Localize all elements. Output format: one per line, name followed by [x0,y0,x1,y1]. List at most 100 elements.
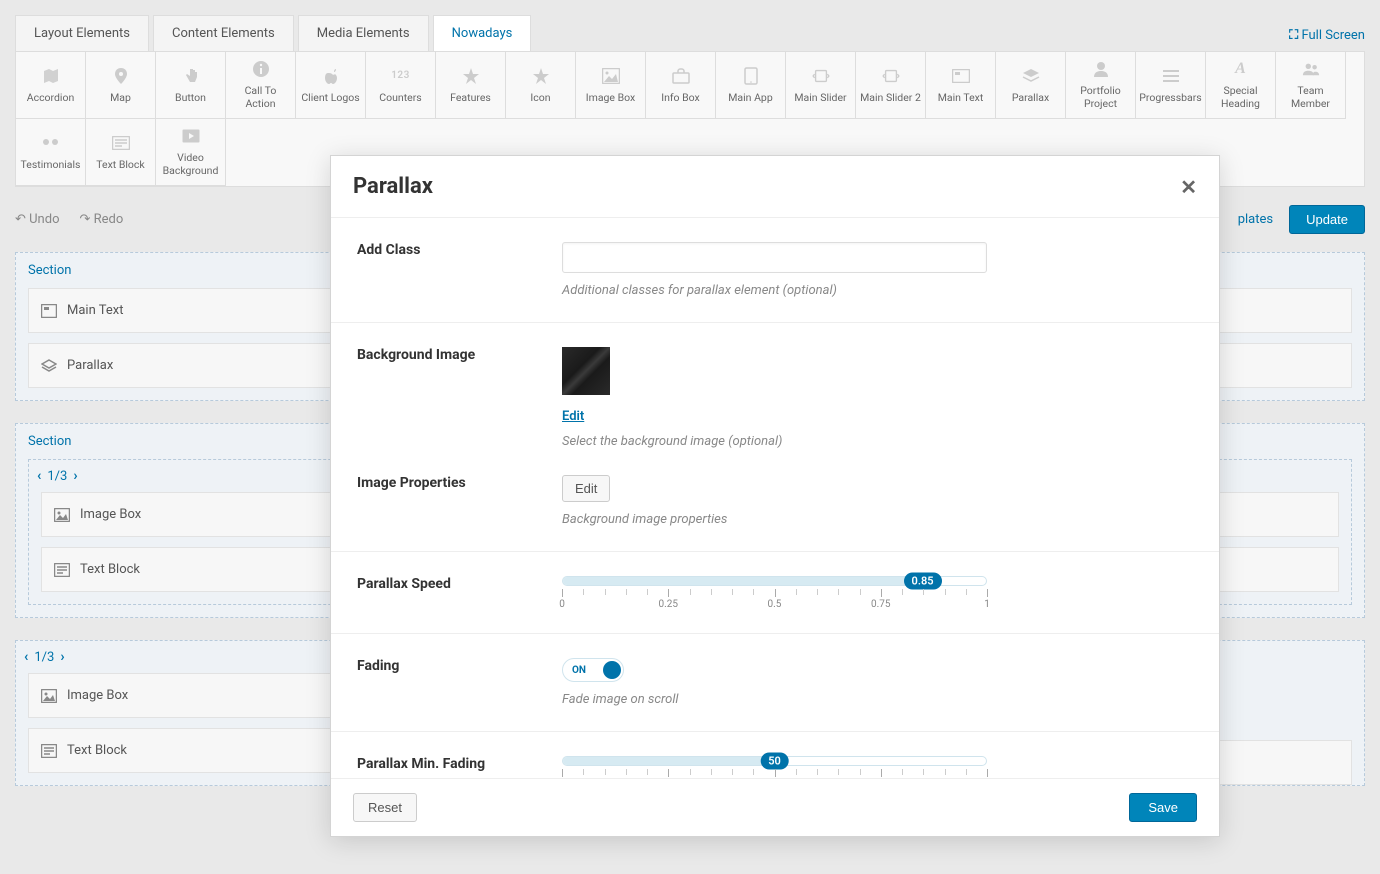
minfading-label: Parallax Min. Fading [357,756,562,778]
apple-icon [322,67,340,85]
col-next[interactable]: › [60,649,64,665]
layers-icon [41,359,57,373]
tab-layout-elements[interactable]: Layout Elements [15,15,149,51]
element-special-heading[interactable]: ASpecial Heading [1206,52,1276,119]
block-label: Image Box [80,507,141,522]
card-icon [41,304,57,318]
col-next[interactable]: › [73,468,77,484]
element-features[interactable]: Features [436,52,506,119]
templates-link[interactable]: plates [1238,212,1273,227]
close-icon[interactable]: ✕ [1180,175,1197,199]
element-label: Image Box [586,91,635,104]
tab-nowadays[interactable]: Nowadays [433,15,532,51]
element-counters[interactable]: 123 Counters [366,52,436,119]
speed-thumb[interactable]: 0.85 [904,573,942,590]
slider-icon [882,67,900,85]
slider-icon [812,67,830,85]
element-label: Counters [379,91,421,104]
element-team-member[interactable]: Team Member [1276,52,1346,119]
element-portfolio-project[interactable]: Portfolio Project [1066,52,1136,119]
fading-label: Fading [357,658,562,707]
element-label: Icon [530,91,550,104]
map-icon [42,67,60,85]
element-label: Call To Action [230,84,291,110]
element-label: Team Member [1280,84,1341,110]
redo-button[interactable]: ↷ Redo [79,212,123,227]
speed-slider[interactable]: 0.85 00.250.50.751 [562,576,987,609]
element-label: Main Text [938,91,984,104]
bars-icon [1162,67,1180,85]
block-label: Text Block [80,562,140,577]
speed-label: Parallax Speed [357,576,562,609]
tab-content-elements[interactable]: Content Elements [153,15,294,51]
element-client-logos[interactable]: Client Logos [296,52,366,119]
element-info-box[interactable]: Info Box [646,52,716,119]
element-testimonials[interactable]: Testimonials [16,119,86,186]
text-icon [54,563,70,577]
parallax-modal: Parallax ✕ Add Class Additional classes … [330,155,1220,837]
element-label: Map [110,91,131,104]
element-main-app[interactable]: Main App [716,52,786,119]
fading-toggle[interactable]: ON [562,658,624,682]
col-prev[interactable]: ‹ [24,649,28,665]
element-accordion[interactable]: Accordion [16,52,86,119]
element-label: Info Box [661,91,700,104]
element-main-slider-2[interactable]: Main Slider 2 [856,52,926,119]
text-icon [41,744,57,758]
element-label: Progressbars [1139,91,1201,104]
tab-media-elements[interactable]: Media Elements [298,15,429,51]
element-label: Features [450,91,491,104]
card-icon [952,67,970,85]
col-prev[interactable]: ‹ [37,468,41,484]
user-icon [1092,60,1110,78]
star-icon [462,67,480,85]
element-icon[interactable]: Icon [506,52,576,119]
element-label: Main Slider [794,91,846,104]
update-button[interactable]: Update [1289,205,1365,234]
save-button[interactable]: Save [1129,793,1197,822]
imgprops-help: Background image properties [562,512,1193,527]
block-label: Text Block [67,743,127,758]
bgimage-thumb[interactable] [562,347,610,395]
element-image-box[interactable]: Image Box [576,52,646,119]
layers-icon [1022,67,1040,85]
text-icon [112,134,130,152]
element-progressbars[interactable]: Progressbars [1136,52,1206,119]
star-icon [532,67,550,85]
bgimage-label: Background Image [357,347,562,449]
num-icon: 123 [392,67,410,85]
element-label: Parallax [1012,91,1049,104]
column-size-label: 1/3 [47,469,67,484]
element-main-slider[interactable]: Main Slider [786,52,856,119]
minfading-thumb[interactable]: 50 [760,753,789,770]
element-label: Button [175,91,206,104]
addclass-label: Add Class [357,242,562,298]
addclass-input[interactable] [562,242,987,273]
bgimage-help: Select the background image (optional) [562,434,1193,449]
element-button[interactable]: Button [156,52,226,119]
column-size-label: 1/3 [34,650,54,665]
element-video-background[interactable]: Video Background [156,119,226,186]
bgimage-edit-link[interactable]: Edit [562,409,584,424]
image-icon [602,67,620,85]
element-text-block[interactable]: Text Block [86,119,156,186]
tablet-icon [742,67,760,85]
element-label: Accordion [27,91,75,104]
fullscreen-link[interactable]: Full Screen [1289,28,1365,51]
team-icon [1302,60,1320,78]
addclass-help: Additional classes for parallax element … [562,283,1193,298]
element-map[interactable]: Map [86,52,156,119]
element-call-to-action[interactable]: Call To Action [226,52,296,119]
element-label: Testimonials [21,158,81,171]
undo-button[interactable]: ↶ Undo [15,212,59,227]
element-main-text[interactable]: Main Text [926,52,996,119]
element-parallax[interactable]: Parallax [996,52,1066,119]
element-label: Special Heading [1210,84,1271,110]
toggle-label: ON [572,665,586,676]
element-label: Main App [728,91,772,104]
fading-help: Fade image on scroll [562,692,1193,707]
minfading-slider[interactable]: 50 0255075100 [562,756,987,778]
imgprops-edit-button[interactable]: Edit [562,475,610,502]
block-label: Main Text [67,303,123,318]
reset-button[interactable]: Reset [353,793,417,822]
